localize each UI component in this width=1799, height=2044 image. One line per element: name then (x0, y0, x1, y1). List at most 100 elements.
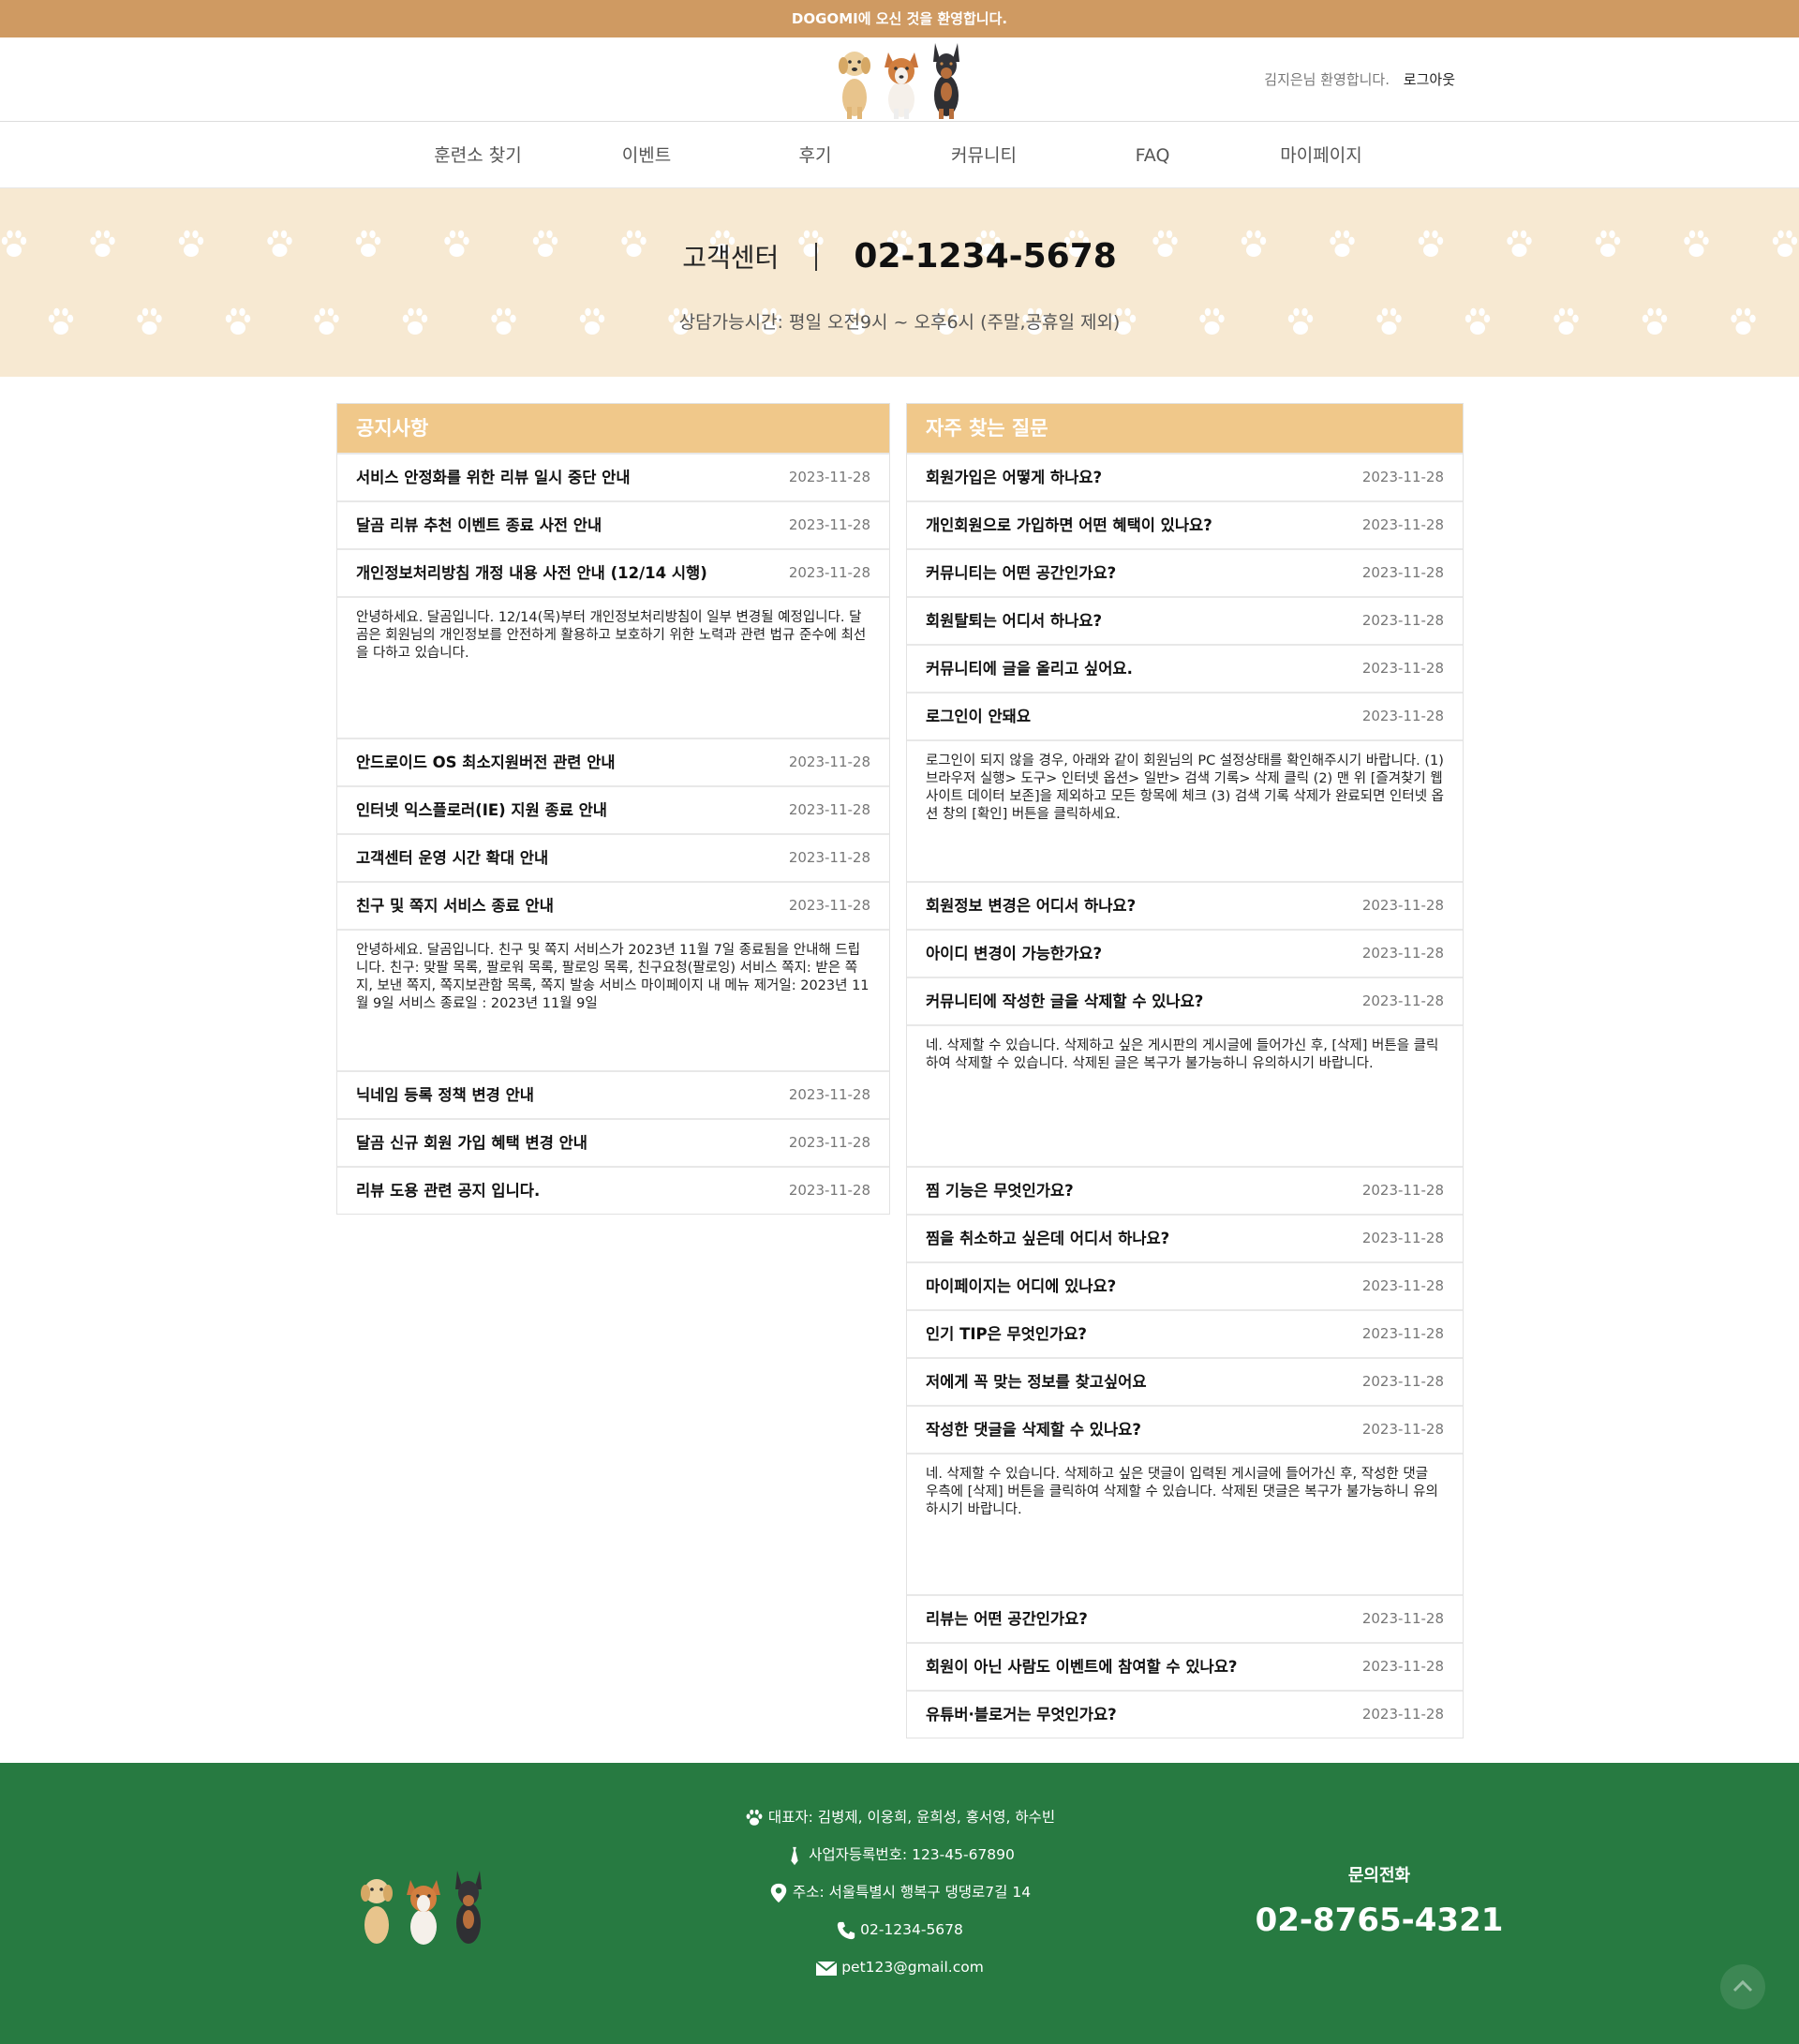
faq-row-title[interactable]: 찜을 취소하고 싶은데 어디서 하나요? (926, 1216, 1169, 1261)
nav-item-faq[interactable]: FAQ (1068, 123, 1237, 188)
faq-row-title[interactable]: 아이디 변경이 가능한가요? (926, 931, 1102, 977)
faq-row-title[interactable]: 작성한 댓글을 삭제할 수 있나요? (926, 1407, 1141, 1453)
tie-icon (791, 1846, 798, 1865)
notice-row-title[interactable]: 인터넷 익스플로러(IE) 지원 종료 안내 (356, 787, 607, 833)
faq-row-title[interactable]: 로그인이 안돼요 (926, 694, 1031, 739)
faq-row-title[interactable]: 커뮤니티에 작성한 글을 삭제할 수 있나요? (926, 978, 1203, 1024)
faq-row[interactable]: 리뷰는 어떤 공간인가요? 2023-11-28 (907, 1594, 1463, 1642)
notice-row-date: 2023-11-28 (788, 1134, 870, 1151)
faq-row-title[interactable]: 개인회원으로 가입하면 어떤 혜택이 있나요? (926, 502, 1212, 548)
faq-row-date: 2023-11-28 (1361, 1325, 1444, 1342)
faq-row[interactable]: 인기 TIP은 무엇인가요? 2023-11-28 (907, 1309, 1463, 1357)
footer-logo (361, 1871, 482, 1945)
notice-row-title[interactable]: 달곰 리뷰 추천 이벤트 종료 사전 안내 (356, 502, 602, 548)
faq-row[interactable]: 작성한 댓글을 삭제할 수 있나요? 2023-11-28 (907, 1405, 1463, 1453)
notice-row[interactable]: 리뷰 도용 관련 공지 입니다. 2023-11-28 (337, 1166, 889, 1214)
faq-answer-body: 네. 삭제할 수 있습니다. 삭제하고 싶은 댓글이 입력된 게시글에 들어가신… (907, 1453, 1463, 1594)
notice-row-title[interactable]: 닉네임 등록 정책 변경 안내 (356, 1072, 534, 1118)
site-footer: 대표자: 김병제, 이웅희, 윤희성, 홍서영, 하수빈 사업자등록번호: 12… (0, 1763, 1799, 2044)
faq-row-title[interactable]: 커뮤니티에 글을 올리고 싶어요. (926, 646, 1133, 692)
faq-row-title[interactable]: 유튜버·블로거는 무엇인가요? (926, 1692, 1117, 1738)
contact-phone-number: 02-8765-4321 (1255, 1902, 1504, 1939)
notice-row[interactable]: 개인정보처리방침 개정 내용 사전 안내 (12/14 시행) 2023-11-2… (337, 548, 889, 596)
notice-row-title[interactable]: 개인정보처리방침 개정 내용 사전 안내 (12/14 시행) (356, 550, 707, 596)
faq-row[interactable]: 회원정보 변경은 어디서 하나요? 2023-11-28 (907, 881, 1463, 929)
nav-item-find-trainer[interactable]: 훈련소 찾기 (394, 123, 562, 188)
faq-row[interactable]: 찜을 취소하고 싶은데 어디서 하나요? 2023-11-28 (907, 1214, 1463, 1261)
nav-item-review[interactable]: 후기 (731, 123, 900, 188)
faq-row[interactable]: 저에게 꼭 맞는 정보를 찾고싶어요 2023-11-28 (907, 1357, 1463, 1405)
logout-link[interactable]: 로그아웃 (1404, 71, 1455, 88)
faq-row[interactable]: 회원이 아닌 사람도 이벤트에 참여할 수 있나요? 2023-11-28 (907, 1642, 1463, 1690)
faq-row-title[interactable]: 회원정보 변경은 어디서 하나요? (926, 883, 1136, 929)
nav-item-mypage[interactable]: 마이페이지 (1237, 123, 1405, 188)
customer-center-heading: 고객센터 02-1234-5678 (0, 237, 1799, 276)
faq-list: 회원가입은 어떻게 하나요? 2023-11-28 개인회원으로 가입하면 어떤 혜… (907, 453, 1463, 1738)
phone-icon (837, 1921, 855, 1939)
faq-row-title[interactable]: 회원탈퇴는 어디서 하나요? (926, 598, 1102, 644)
faq-row[interactable]: 커뮤니티는 어떤 공간인가요? 2023-11-28 (907, 548, 1463, 596)
footer-address-text: 주소: 서울특별시 행복구 댕댕로7길 14 (792, 1884, 1032, 1901)
faq-row[interactable]: 로그인이 안돼요 2023-11-28 (907, 692, 1463, 739)
notice-row-title[interactable]: 서비스 안정화를 위한 리뷰 일시 중단 안내 (356, 455, 631, 500)
notice-row[interactable]: 친구 및 쪽지 서비스 종료 안내 2023-11-28 (337, 881, 889, 929)
faq-row-title[interactable]: 회원이 아닌 사람도 이벤트에 참여할 수 있나요? (926, 1644, 1237, 1690)
faq-row-date: 2023-11-28 (1361, 1658, 1444, 1675)
location-pin-icon (770, 1883, 787, 1902)
faq-answer-body: 네. 삭제할 수 있습니다. 삭제하고 싶은 게시판의 게시글에 들어가신 후,… (907, 1024, 1463, 1166)
site-header: 김지은님 환영합니다. 로그아웃 (0, 37, 1799, 122)
faq-row-date: 2023-11-28 (1361, 469, 1444, 485)
faq-row-title[interactable]: 찜 기능은 무엇인가요? (926, 1168, 1074, 1214)
faq-row-title[interactable]: 회원가입은 어떻게 하나요? (926, 455, 1102, 500)
main-nav: 훈련소 찾기 이벤트 후기 커뮤니티 FAQ 마이페이지 (0, 123, 1799, 188)
golden-dog-illustration (839, 52, 870, 119)
faq-row-date: 2023-11-28 (1361, 1421, 1444, 1438)
notice-row-date: 2023-11-28 (788, 516, 870, 533)
faq-row[interactable]: 찜 기능은 무엇인가요? 2023-11-28 (907, 1166, 1463, 1214)
faq-row[interactable]: 회원탈퇴는 어디서 하나요? 2023-11-28 (907, 596, 1463, 644)
notice-row-title[interactable]: 고객센터 운영 시간 확대 안내 (356, 835, 548, 881)
faq-row-title[interactable]: 인기 TIP은 무엇인가요? (926, 1311, 1087, 1357)
faq-row[interactable]: 마이페이지는 어디에 있나요? 2023-11-28 (907, 1261, 1463, 1309)
notice-row-date: 2023-11-28 (788, 897, 870, 914)
notice-row[interactable]: 고객센터 운영 시간 확대 안내 2023-11-28 (337, 833, 889, 881)
notice-row[interactable]: 닉네임 등록 정책 변경 안내 2023-11-28 (337, 1070, 889, 1118)
notice-row-title[interactable]: 리뷰 도용 관련 공지 입니다. (356, 1168, 540, 1214)
notice-row[interactable]: 안드로이드 OS 최소지원버전 관련 안내 2023-11-28 (337, 738, 889, 785)
faq-row[interactable]: 유튜버·블로거는 무엇인가요? 2023-11-28 (907, 1690, 1463, 1738)
faq-row-title[interactable]: 커뮤니티는 어떤 공간인가요? (926, 550, 1116, 596)
faq-row[interactable]: 커뮤니티에 글을 올리고 싶어요. 2023-11-28 (907, 644, 1463, 692)
notice-row-title[interactable]: 안드로이드 OS 최소지원버전 관련 안내 (356, 739, 616, 785)
welcome-banner: DOGOMI에 오신 것을 환영합니다. (0, 0, 1799, 37)
faq-row-date: 2023-11-28 (1361, 708, 1444, 724)
faq-row-date: 2023-11-28 (1361, 564, 1444, 581)
footer-email-text: pet123@gmail.com (841, 1959, 984, 1976)
notice-row-title[interactable]: 달곰 신규 회원 가입 혜택 변경 안내 (356, 1120, 587, 1166)
notice-row-title[interactable]: 친구 및 쪽지 서비스 종료 안내 (356, 883, 554, 929)
faq-row[interactable]: 아이디 변경이 가능한가요? 2023-11-28 (907, 929, 1463, 977)
notice-row[interactable]: 서비스 안정화를 위한 리뷰 일시 중단 안내 2023-11-28 (337, 453, 889, 500)
notice-row[interactable]: 달곰 신규 회원 가입 혜택 변경 안내 2023-11-28 (337, 1118, 889, 1166)
user-area: 김지은님 환영합니다. 로그아웃 (1264, 69, 1455, 89)
nav-item-event[interactable]: 이벤트 (562, 123, 731, 188)
notice-panel: 공지사항 서비스 안정화를 위한 리뷰 일시 중단 안내 2023-11-28 달곰… (336, 403, 890, 1215)
customer-center-label: 고객센터 (682, 242, 780, 274)
notice-panel-title: 공지사항 (337, 404, 889, 453)
notice-row[interactable]: 달곰 리뷰 추천 이벤트 종료 사전 안내 2023-11-28 (337, 500, 889, 548)
notice-row[interactable]: 인터넷 익스플로러(IE) 지원 종료 안내 2023-11-28 (337, 785, 889, 833)
footer-representatives-text: 대표자: 김병제, 이웅희, 윤희성, 홍서영, 하수빈 (767, 1809, 1056, 1826)
faq-row[interactable]: 개인회원으로 가입하면 어떤 혜택이 있나요? 2023-11-28 (907, 500, 1463, 548)
faq-row-date: 2023-11-28 (1361, 1182, 1444, 1199)
scroll-to-top-button[interactable] (1720, 1964, 1765, 2009)
faq-row-title[interactable]: 리뷰는 어떤 공간인가요? (926, 1596, 1088, 1642)
dogomi-logo[interactable] (830, 41, 973, 120)
faq-row-title[interactable]: 마이페이지는 어디에 있나요? (926, 1263, 1116, 1309)
faq-row[interactable]: 커뮤니티에 작성한 글을 삭제할 수 있나요? 2023-11-28 (907, 977, 1463, 1024)
faq-row-date: 2023-11-28 (1361, 612, 1444, 629)
faq-row-title[interactable]: 저에게 꼭 맞는 정보를 찾고싶어요 (926, 1359, 1147, 1405)
chevron-up-icon (1732, 1979, 1753, 1992)
faq-row[interactable]: 회원가입은 어떻게 하나요? 2023-11-28 (907, 453, 1463, 500)
nav-item-community[interactable]: 커뮤니티 (900, 123, 1068, 188)
consultation-hours: 상담가능시간: 평일 오전9시 ~ 오후6시 (주말,공휴일 제외) (678, 312, 1121, 333)
faq-row-date: 2023-11-28 (1361, 1230, 1444, 1246)
